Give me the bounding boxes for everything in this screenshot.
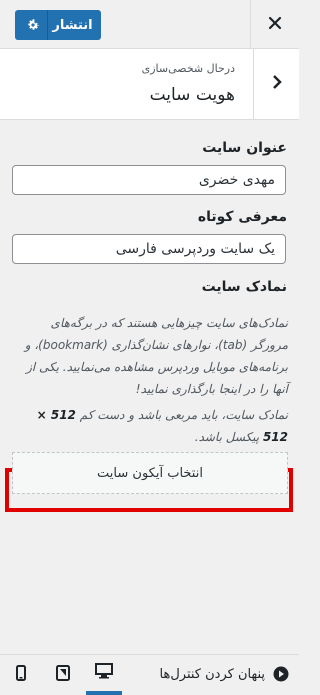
chevron-right-icon [272, 74, 282, 94]
size-note-suffix: پیکسل باشد. [194, 430, 263, 444]
mobile-icon [16, 665, 26, 685]
back-button[interactable] [253, 49, 299, 119]
hide-controls-button[interactable]: پنهان کردن کنترل‌ها [160, 666, 289, 682]
tagline-label: معرفی کوتاه [197, 209, 287, 225]
desktop-preview-button[interactable] [86, 655, 122, 695]
site-icon-label: نمادک سایت [201, 279, 287, 295]
collapse-icon [273, 666, 289, 682]
site-icon-size-note: نمادک سایت، باید مربعی باشد و دست کم 512… [12, 404, 288, 448]
publish-button[interactable]: انتشار [15, 10, 101, 40]
close-button[interactable] [250, 0, 299, 48]
select-site-icon-button[interactable]: انتخاب آیکون سایت [12, 452, 288, 494]
gear-icon[interactable] [23, 18, 43, 32]
site-title-label: عنوان سایت [202, 140, 287, 156]
breadcrumb: درحال شخصی‌سازی [141, 62, 235, 75]
customizer-footer: پنهان کردن کنترل‌ها [0, 654, 299, 695]
hide-controls-label: پنهان کردن کنترل‌ها [159, 666, 265, 682]
section-header: درحال شخصی‌سازی هویت سایت [0, 49, 299, 120]
section-title: هویت سایت [149, 85, 235, 105]
tablet-icon [56, 665, 70, 685]
site-title-input[interactable]: مهدی خضری [12, 165, 286, 195]
close-icon [268, 15, 282, 34]
customizer-header: انتشار [0, 0, 299, 49]
select-site-icon-label: انتخاب آیکون سایت [97, 465, 203, 481]
size-note-prefix: نمادک سایت، باید مربعی باشد و دست کم [75, 408, 288, 422]
site-icon-description: نمادک‌های سایت چیزهایی هستند که در برگه‌… [24, 316, 288, 396]
publish-separator [47, 10, 48, 40]
tagline-input[interactable]: یک سایت وردپرسی فارسی [12, 234, 286, 264]
tablet-preview-button[interactable] [45, 655, 81, 695]
desktop-icon [95, 663, 113, 683]
publish-label: انتشار [52, 17, 93, 33]
mobile-preview-button[interactable] [3, 655, 39, 695]
